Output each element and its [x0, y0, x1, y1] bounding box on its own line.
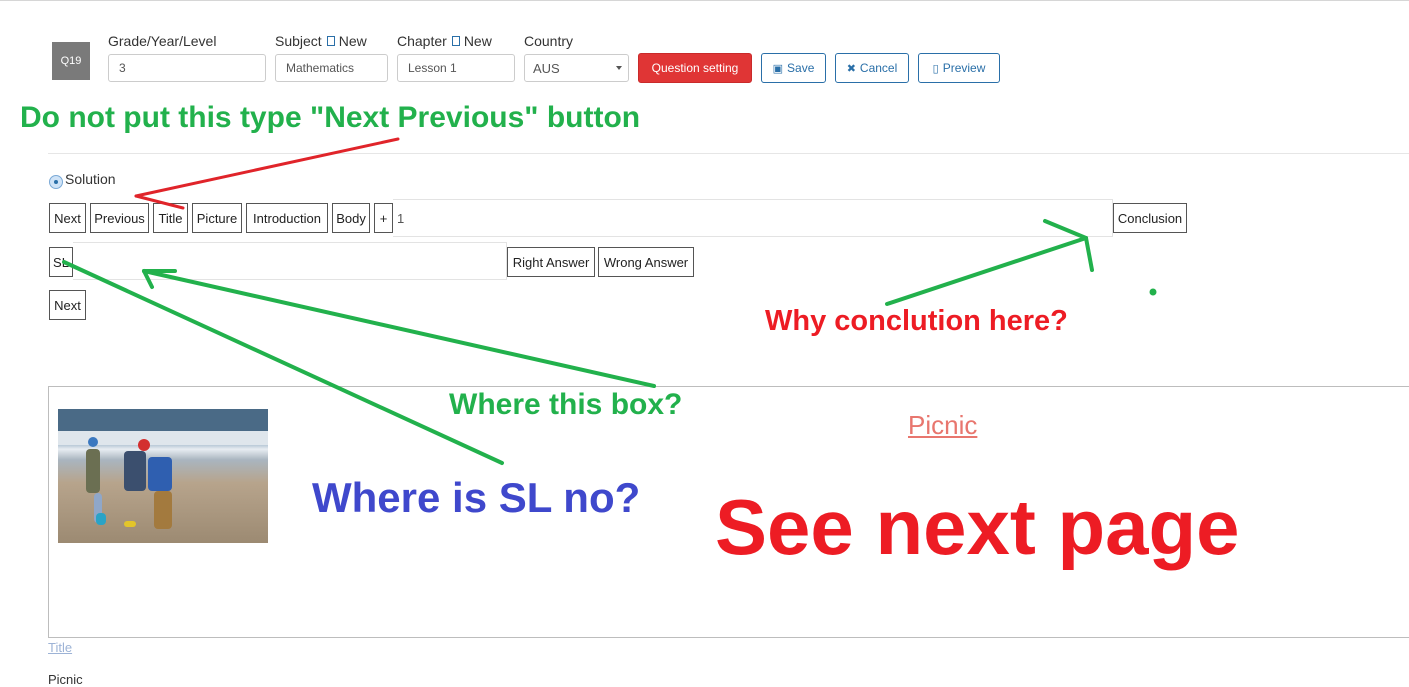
title-button[interactable]: Title	[153, 203, 188, 233]
country-value: AUS	[533, 60, 560, 76]
right-answer-button[interactable]: Right Answer	[507, 247, 595, 277]
close-icon: ✖	[846, 62, 856, 75]
picture-button[interactable]: Picture	[192, 203, 242, 233]
title-link[interactable]: Title	[48, 640, 72, 655]
conclusion-button[interactable]: Conclusion	[1113, 203, 1187, 233]
question-setting-button[interactable]: Question setting	[638, 53, 752, 83]
picnic-photo	[58, 409, 268, 543]
country-label: Country	[524, 33, 574, 49]
picnic-text: Picnic	[48, 672, 83, 687]
chevron-down-icon	[616, 66, 622, 70]
add-button[interactable]: +	[374, 203, 393, 233]
chapter-new-link[interactable]: New	[464, 33, 492, 49]
picnic-heading-link[interactable]: Picnic	[908, 410, 977, 441]
next-button-2[interactable]: Next	[49, 290, 86, 320]
file-icon: ▯	[932, 62, 939, 75]
cancel-button[interactable]: ✖ Cancel	[835, 53, 909, 83]
body-input[interactable]: 1	[393, 199, 1113, 237]
annotation-conclusion: Why conclution here?	[765, 305, 1068, 337]
save-icon: ▣	[772, 62, 784, 75]
save-label: Save	[787, 61, 815, 75]
save-button[interactable]: ▣ Save	[761, 53, 826, 83]
top-divider	[0, 0, 1409, 1]
solution-label: Solution	[65, 171, 116, 187]
subject-label-group: Subject New	[275, 33, 367, 49]
grade-input[interactable]: 3	[108, 54, 266, 82]
subject-input[interactable]: Mathematics	[275, 54, 388, 82]
document-icon	[451, 36, 460, 46]
section-divider	[48, 153, 1409, 154]
introduction-button[interactable]: Introduction	[246, 203, 328, 233]
body-button[interactable]: Body	[332, 203, 370, 233]
preview-button[interactable]: ▯ Preview	[918, 53, 1000, 83]
chapter-label: Chapter	[397, 33, 447, 49]
chapter-label-group: Chapter New	[397, 33, 492, 49]
annotation-sl: Where is SL no?	[312, 474, 641, 521]
solution-icon	[49, 175, 63, 189]
annotation-see-next-page: See next page	[715, 483, 1240, 571]
cancel-label: Cancel	[859, 61, 898, 75]
annotation-next-previous: Do not put this type "Next Previous" but…	[20, 101, 641, 134]
preview-label: Preview	[942, 61, 986, 75]
sl-button[interactable]: SL	[49, 247, 73, 277]
chapter-input[interactable]: Lesson 1	[397, 54, 515, 82]
country-select[interactable]: AUS	[524, 54, 629, 82]
sl-input[interactable]	[73, 242, 507, 280]
wrong-answer-button[interactable]: Wrong Answer	[598, 247, 694, 277]
previous-button[interactable]: Previous	[90, 203, 149, 233]
subject-label: Subject	[275, 33, 322, 49]
next-button[interactable]: Next	[49, 203, 86, 233]
annotation-box: Where this box?	[449, 388, 683, 421]
document-icon	[326, 36, 335, 46]
grade-label: Grade/Year/Level	[108, 33, 217, 49]
subject-new-link[interactable]: New	[339, 33, 367, 49]
question-number-badge: Q19	[52, 42, 90, 80]
